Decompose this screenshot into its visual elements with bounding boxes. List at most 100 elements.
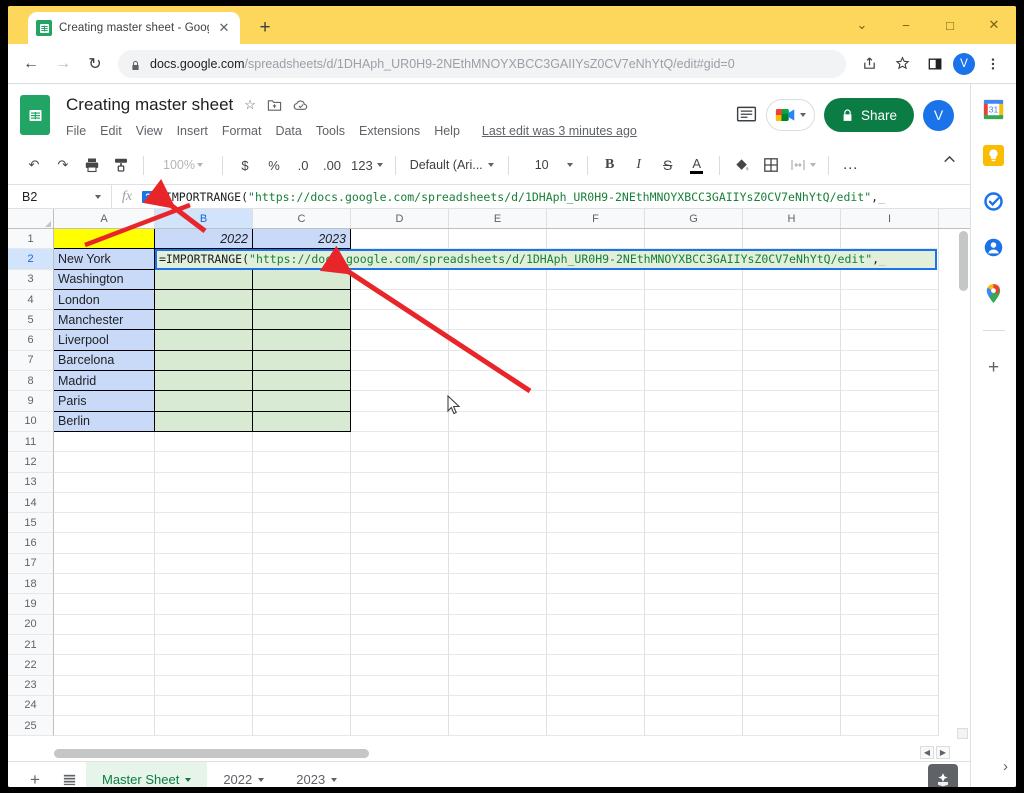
cell-i1[interactable]: [841, 229, 939, 250]
cell-b3[interactable]: [155, 269, 253, 290]
cell-g13[interactable]: [645, 472, 743, 493]
strikethrough-button[interactable]: S: [654, 151, 682, 179]
cell-b5[interactable]: [155, 310, 253, 331]
row-header-6[interactable]: 6: [8, 330, 54, 351]
cell-h1[interactable]: [743, 229, 841, 250]
cell-f18[interactable]: [547, 574, 645, 595]
chevron-down-icon[interactable]: [185, 777, 192, 782]
cell-a5[interactable]: Manchester: [54, 310, 155, 331]
cell-editor[interactable]: =IMPORTRANGE("https://docs.google.com/sp…: [155, 249, 937, 270]
percent-format-button[interactable]: %: [260, 151, 288, 179]
reload-icon[interactable]: ↻: [80, 49, 110, 79]
cell-a12[interactable]: [54, 452, 155, 473]
cell-f19[interactable]: [547, 594, 645, 615]
cell-h9[interactable]: [743, 391, 841, 412]
row-header-9[interactable]: 9: [8, 391, 54, 412]
cell-i23[interactable]: [841, 675, 939, 696]
cell-g23[interactable]: [645, 675, 743, 696]
column-header-h[interactable]: H: [743, 209, 841, 228]
cell-g7[interactable]: [645, 350, 743, 372]
cell-d3[interactable]: [351, 269, 449, 290]
cell-e9[interactable]: [449, 391, 547, 412]
cell-i25[interactable]: [841, 716, 939, 737]
cell-b7[interactable]: [155, 350, 253, 372]
select-all-corner[interactable]: [8, 209, 54, 228]
cell-i11[interactable]: [841, 431, 939, 453]
cell-c20[interactable]: [253, 614, 351, 635]
column-header-f[interactable]: F: [547, 209, 645, 228]
cell-d6[interactable]: [351, 330, 449, 351]
cell-g14[interactable]: [645, 492, 743, 514]
cell-e1[interactable]: [449, 229, 547, 250]
cell-d16[interactable]: [351, 533, 449, 554]
row-header-13[interactable]: 13: [8, 472, 54, 493]
contacts-icon[interactable]: [983, 236, 1005, 258]
cell-h12[interactable]: [743, 452, 841, 473]
cell-e11[interactable]: [449, 431, 547, 453]
cell-b4[interactable]: [155, 289, 253, 311]
sheet-tab-2023[interactable]: 2023: [280, 762, 353, 787]
cell-c4[interactable]: [253, 289, 351, 311]
cell-d19[interactable]: [351, 594, 449, 615]
share-button[interactable]: Share: [823, 98, 914, 132]
calendar-icon[interactable]: 31: [983, 98, 1005, 120]
tasks-icon[interactable]: [983, 190, 1005, 212]
cell-b1[interactable]: 2022: [155, 229, 253, 250]
move-to-folder-icon[interactable]: [267, 98, 282, 112]
merge-cells-icon[interactable]: [786, 151, 820, 179]
cell-f1[interactable]: [547, 229, 645, 250]
row-header-19[interactable]: 19: [8, 594, 54, 615]
cell-a23[interactable]: [54, 675, 155, 696]
cell-h5[interactable]: [743, 310, 841, 331]
cell-b22[interactable]: [155, 655, 253, 676]
cell-g4[interactable]: [645, 289, 743, 311]
cell-d22[interactable]: [351, 655, 449, 676]
cell-c23[interactable]: [253, 675, 351, 696]
horizontal-scrollbar[interactable]: ◀ ▶: [8, 745, 970, 761]
cell-c9[interactable]: [253, 391, 351, 412]
font-selector[interactable]: Default (Ari...: [404, 158, 500, 172]
cell-h23[interactable]: [743, 675, 841, 696]
cell-f12[interactable]: [547, 452, 645, 473]
cell-c5[interactable]: [253, 310, 351, 331]
cell-f22[interactable]: [547, 655, 645, 676]
chevron-down-icon[interactable]: ⌄: [840, 8, 884, 42]
cell-d18[interactable]: [351, 574, 449, 595]
cell-i16[interactable]: [841, 533, 939, 554]
sheet-tab-master-sheet[interactable]: Master Sheet: [86, 761, 208, 787]
name-box[interactable]: B2: [8, 185, 112, 208]
cell-d17[interactable]: [351, 553, 449, 575]
row-header-17[interactable]: 17: [8, 553, 54, 575]
row-header-2[interactable]: 2: [8, 249, 54, 270]
cell-a25[interactable]: [54, 716, 155, 737]
cell-h25[interactable]: [743, 716, 841, 737]
cell-d25[interactable]: [351, 716, 449, 737]
italic-button[interactable]: I: [625, 151, 653, 179]
cell-b13[interactable]: [155, 472, 253, 493]
cell-b21[interactable]: [155, 634, 253, 656]
cell-h19[interactable]: [743, 594, 841, 615]
row-header-16[interactable]: 16: [8, 533, 54, 554]
cell-e16[interactable]: [449, 533, 547, 554]
row-header-15[interactable]: 15: [8, 513, 54, 534]
cell-i6[interactable]: [841, 330, 939, 351]
cell-b17[interactable]: [155, 553, 253, 575]
vertical-scrollbar[interactable]: [957, 231, 968, 739]
cell-h11[interactable]: [743, 431, 841, 453]
cell-a3[interactable]: Washington: [54, 269, 155, 290]
browser-profile-avatar[interactable]: V: [953, 52, 975, 75]
cell-f10[interactable]: [547, 411, 645, 432]
cell-e12[interactable]: [449, 452, 547, 473]
row-header-3[interactable]: 3: [8, 269, 54, 290]
scroll-right-arrow[interactable]: ▶: [936, 746, 950, 759]
cell-b16[interactable]: [155, 533, 253, 554]
cell-f6[interactable]: [547, 330, 645, 351]
forward-icon[interactable]: →: [48, 49, 78, 79]
row-header-10[interactable]: 10: [8, 411, 54, 432]
cell-i13[interactable]: [841, 472, 939, 493]
bold-button[interactable]: B: [596, 151, 624, 179]
scroll-left-arrow[interactable]: ◀: [920, 746, 934, 759]
row-header-23[interactable]: 23: [8, 675, 54, 696]
add-sheet-button[interactable]: +: [18, 763, 52, 788]
cell-f15[interactable]: [547, 513, 645, 534]
